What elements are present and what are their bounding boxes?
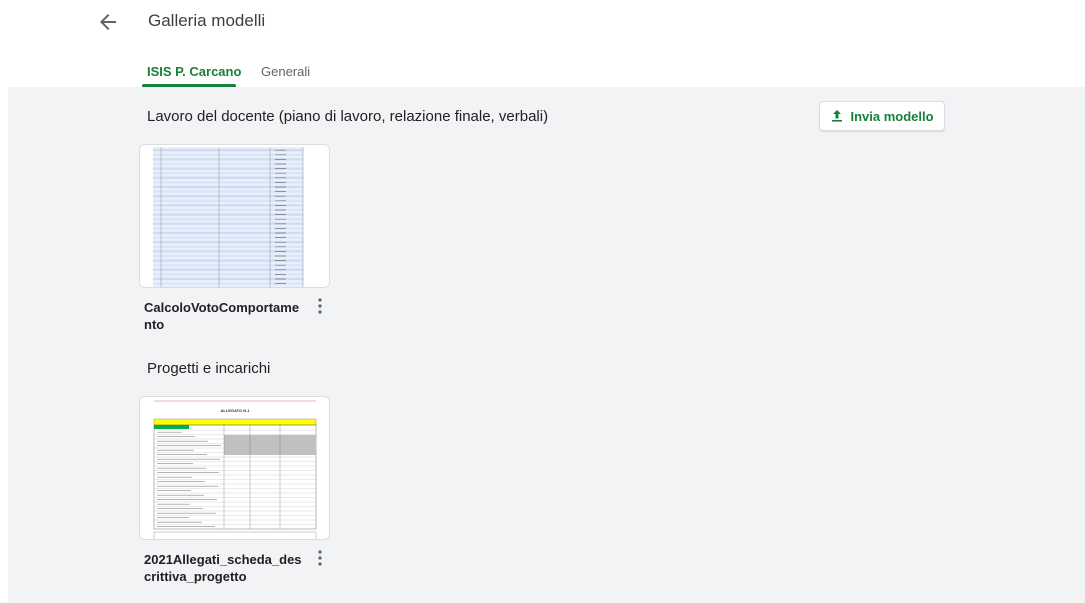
tab-bar: ISIS P. Carcano Generali [0, 55, 1085, 87]
template-gallery: Lavoro del docente (piano di lavoro, rel… [8, 87, 1085, 603]
template-name-calcolo-voto: CalcoloVotoComportamento [144, 300, 300, 332]
top-bar: Galleria modelli [0, 0, 1085, 45]
document-heading: ALLEGATO N.1 [221, 408, 251, 413]
page-title: Galleria modelli [148, 11, 266, 30]
submit-template-button[interactable]: Invia modello [819, 101, 945, 131]
tab-generali[interactable]: Generali [261, 64, 310, 79]
template-card-allegati-scheda[interactable]: ALLEGATO N.1 [139, 396, 330, 540]
back-arrow-icon[interactable] [96, 10, 120, 34]
upload-icon [832, 110, 843, 122]
more-options-icon[interactable] [314, 548, 326, 568]
spreadsheet-thumbnail [140, 145, 329, 287]
section-title-lavoro-docente: Lavoro del docente (piano di lavoro, rel… [147, 108, 549, 125]
section-title-progetti: Progetti e incarichi [147, 360, 271, 377]
template-name-allegati-scheda: 2021Allegati_scheda_descrittiva_progetto [144, 552, 302, 584]
more-options-icon[interactable] [314, 296, 326, 316]
template-card-calcolo-voto[interactable] [139, 144, 330, 288]
document-thumbnail: ALLEGATO N.1 [140, 397, 329, 539]
tab-isis-carcano[interactable]: ISIS P. Carcano [147, 64, 241, 79]
submit-template-label: Invia modello [850, 108, 934, 124]
